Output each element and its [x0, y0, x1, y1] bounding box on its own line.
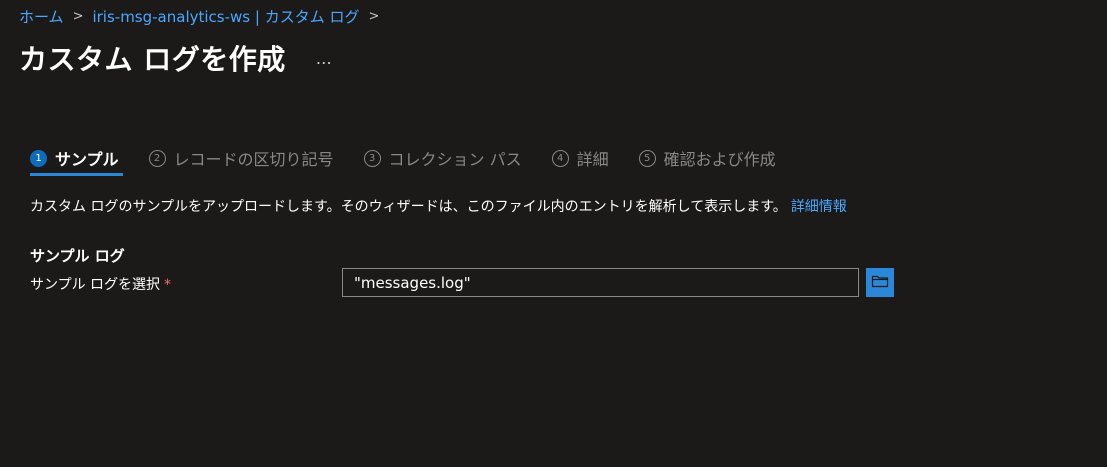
tab-review-create[interactable]: 5 確認および作成 — [638, 146, 776, 170]
step-number-icon: 3 — [363, 149, 381, 167]
step-label: サンプル — [55, 150, 119, 169]
step-number-icon: 4 — [551, 149, 569, 167]
required-indicator: * — [164, 277, 172, 293]
tab-record-delimiter[interactable]: 2 レコードの区切り記号 — [148, 146, 334, 170]
tab-details[interactable]: 4 詳細 — [551, 146, 609, 170]
description: カスタム ログのサンプルをアップロードします。そのウィザードは、このファイル内の… — [30, 196, 847, 216]
chevron-right-icon: > — [368, 8, 380, 24]
file-input-value: "messages.log" — [354, 273, 471, 292]
breadcrumb: ホーム > iris-msg-analytics-ws | カスタム ログ > — [19, 5, 388, 27]
field-label: サンプル ログを選択 * — [30, 274, 171, 294]
breadcrumb-home[interactable]: ホーム — [19, 6, 64, 27]
browse-file-button[interactable] — [866, 268, 894, 297]
step-label: 確認および作成 — [663, 150, 776, 169]
step-label: レコードの区切り記号 — [173, 150, 334, 169]
step-number-icon: 1 — [30, 149, 47, 167]
page-title: カスタム ログを作成 — [19, 43, 286, 76]
step-label: コレクション パス — [388, 150, 522, 169]
active-tab-indicator — [30, 173, 123, 176]
sample-log-file-input[interactable]: "messages.log" — [342, 268, 859, 297]
title-row: カスタム ログを作成 … — [19, 38, 334, 78]
description-text: カスタム ログのサンプルをアップロードします。そのウィザードは、このファイル内の… — [30, 199, 787, 215]
learn-more-link[interactable]: 詳細情報 — [791, 199, 847, 215]
chevron-right-icon: > — [72, 8, 84, 24]
tab-sample[interactable]: 1 サンプル — [30, 146, 123, 176]
step-label: 詳細 — [576, 150, 609, 169]
wizard-steps: 1 サンプル 2 レコードの区切り記号 3 コレクション パス 4 詳細 5 確… — [30, 146, 806, 176]
more-options-button[interactable]: … — [316, 49, 334, 68]
tab-collection-path[interactable]: 3 コレクション パス — [363, 146, 522, 170]
folder-icon — [871, 273, 889, 292]
field-label-text: サンプル ログを選択 — [30, 277, 161, 293]
step-number-icon: 5 — [638, 149, 656, 167]
section-title: サンプル ログ — [30, 247, 125, 265]
breadcrumb-workspace[interactable]: iris-msg-analytics-ws | カスタム ログ — [92, 6, 359, 27]
step-number-icon: 2 — [148, 149, 166, 167]
